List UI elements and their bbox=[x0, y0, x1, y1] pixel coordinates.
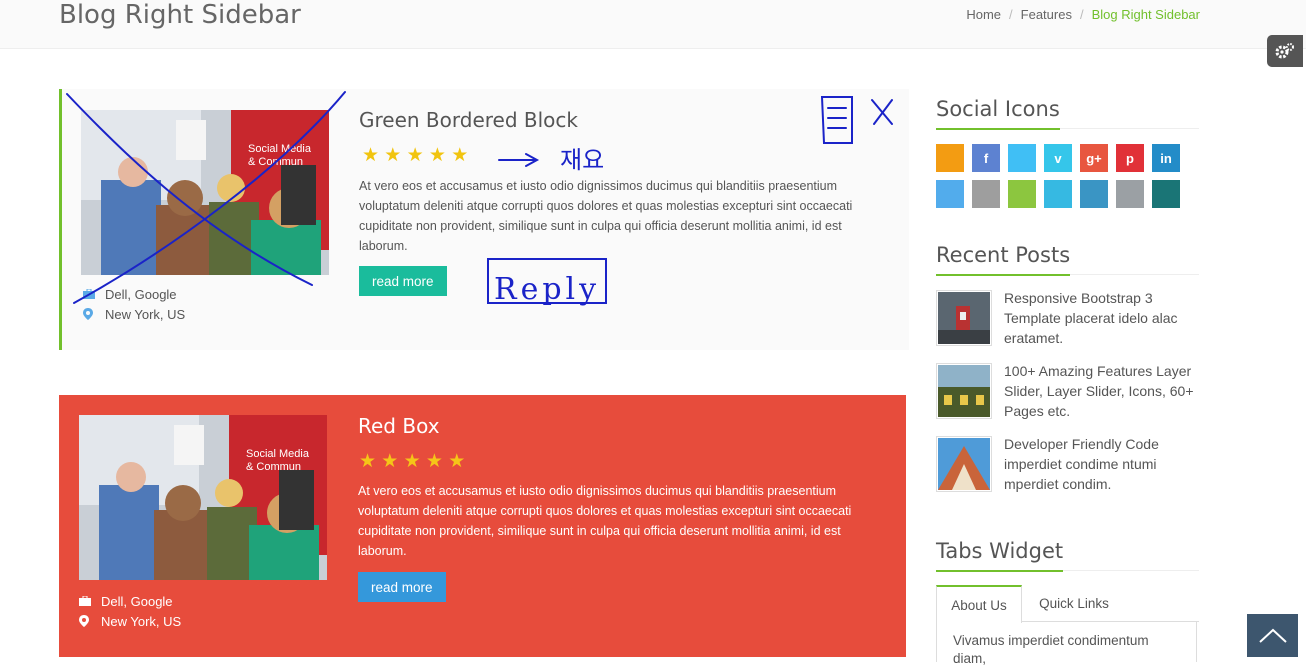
tab-about-us[interactable]: About Us bbox=[936, 585, 1022, 623]
dropbox-icon[interactable] bbox=[936, 180, 964, 208]
rss-icon[interactable] bbox=[936, 144, 964, 172]
post-image[interactable]: Social Media & Commun bbox=[81, 110, 329, 275]
post-excerpt: At vero eos et accusamus et iusto odio d… bbox=[358, 484, 852, 558]
recent-post-item[interactable]: 100+ Amazing Features Layer Slider, Laye… bbox=[936, 363, 1200, 421]
post-title[interactable]: Green Bordered Block bbox=[359, 108, 578, 132]
recent-post-item[interactable]: Developer Friendly Code imperdiet condim… bbox=[936, 436, 1200, 494]
github-icon[interactable] bbox=[1116, 180, 1144, 208]
post-meta: Dell, Google New York, US bbox=[79, 591, 181, 631]
picasa-icon[interactable] bbox=[972, 180, 1000, 208]
briefcase-icon bbox=[83, 289, 105, 299]
gears-icon bbox=[1275, 43, 1294, 59]
tab-content: Vivamus imperdiet condimentum diam, bbox=[936, 622, 1197, 666]
rating-stars: ★ ★ ★ ★ ★ bbox=[362, 145, 469, 166]
breadcrumb-current: Blog Right Sidebar bbox=[1091, 7, 1200, 22]
pinterest-icon[interactable]: p bbox=[1116, 144, 1144, 172]
post-image[interactable]: Social Media & Commun bbox=[79, 415, 327, 580]
blog-post-red-box: Social Media & Commun Dell, Google New Y… bbox=[59, 395, 906, 657]
googleplus-icon[interactable]: g+ bbox=[1080, 144, 1108, 172]
post-title[interactable]: Red Box bbox=[358, 414, 440, 438]
post-location: New York, US bbox=[79, 611, 181, 631]
recent-post-title[interactable]: Developer Friendly Code imperdiet condim… bbox=[1004, 434, 1200, 494]
breadcrumb-separator: / bbox=[1009, 7, 1013, 22]
linkedin-icon[interactable]: in bbox=[1152, 144, 1180, 172]
tabs-widget: About Us Quick Links Vivamus imperdiet c… bbox=[936, 585, 1199, 666]
facebook-icon[interactable]: f bbox=[972, 144, 1000, 172]
cloud-icon[interactable] bbox=[1044, 180, 1072, 208]
recent-posts-list: Responsive Bootstrap 3 Template placerat… bbox=[936, 290, 1200, 509]
chevron-up-icon bbox=[1258, 628, 1287, 643]
vimeo-icon[interactable]: v bbox=[1044, 144, 1072, 172]
rating-stars: ★ ★ ★ ★ ★ bbox=[359, 451, 466, 472]
wordpress-icon[interactable] bbox=[1080, 180, 1108, 208]
tabs-widget-heading: Tabs Widget bbox=[936, 539, 1199, 572]
post-excerpt: At vero eos et accusamus et iusto odio d… bbox=[359, 179, 853, 253]
page-title: Blog Right Sidebar bbox=[59, 0, 301, 30]
breadcrumb: Home / Features / Blog Right Sidebar bbox=[966, 7, 1200, 22]
blog-post-green-bordered: Social Media & Commun Dell, Google New Y… bbox=[59, 89, 909, 350]
xing-icon[interactable] bbox=[1152, 180, 1180, 208]
social-icons-heading: Social Icons bbox=[936, 97, 1199, 130]
breadcrumb-features[interactable]: Features bbox=[1021, 7, 1072, 22]
recent-post-thumb[interactable] bbox=[936, 436, 992, 492]
svg-text:Social Media: Social Media bbox=[246, 448, 310, 460]
twitter-icon[interactable] bbox=[1008, 144, 1036, 172]
read-more-button[interactable]: read more bbox=[359, 266, 447, 296]
recent-post-title[interactable]: 100+ Amazing Features Layer Slider, Laye… bbox=[1004, 361, 1200, 421]
odnoklassniki-icon[interactable] bbox=[1008, 180, 1036, 208]
post-location: New York, US bbox=[83, 304, 185, 324]
style-switcher-button[interactable] bbox=[1267, 35, 1303, 67]
read-more-button[interactable]: read more bbox=[358, 572, 446, 602]
post-company: Dell, Google bbox=[83, 284, 185, 304]
map-marker-icon bbox=[83, 308, 105, 320]
recent-post-thumb[interactable] bbox=[936, 290, 992, 346]
recent-post-title[interactable]: Responsive Bootstrap 3 Template placerat… bbox=[1004, 288, 1200, 348]
back-to-top-button[interactable] bbox=[1247, 614, 1298, 657]
breadcrumb-home[interactable]: Home bbox=[966, 7, 1001, 22]
page-header: Blog Right Sidebar Home / Features / Blog Ri… bbox=[0, 0, 1306, 49]
recent-post-item[interactable]: Responsive Bootstrap 3 Template placerat… bbox=[936, 290, 1200, 348]
image-sign-text: Social Media bbox=[248, 143, 312, 155]
social-icons-list: f v g+ p in bbox=[936, 144, 1196, 208]
recent-posts-heading: Recent Posts bbox=[936, 243, 1199, 276]
post-company: Dell, Google bbox=[79, 591, 181, 611]
tab-quick-links[interactable]: Quick Links bbox=[1022, 585, 1126, 621]
map-marker-icon bbox=[79, 615, 101, 627]
post-meta: Dell, Google New York, US bbox=[83, 284, 185, 324]
briefcase-icon bbox=[79, 596, 101, 606]
breadcrumb-separator: / bbox=[1079, 7, 1084, 22]
recent-post-thumb[interactable] bbox=[936, 363, 992, 419]
